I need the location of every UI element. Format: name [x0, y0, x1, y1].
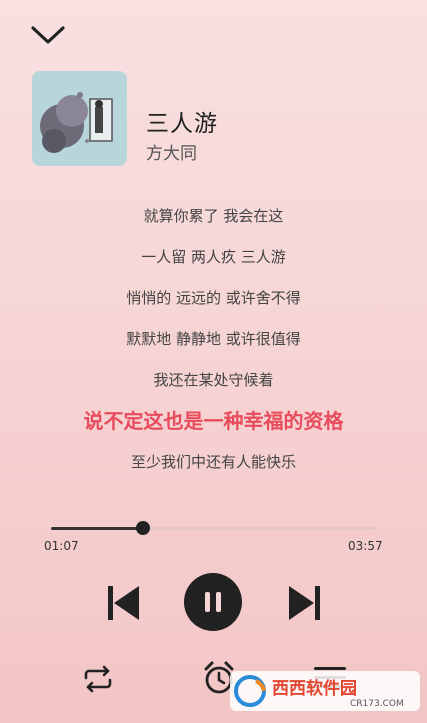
repeat-button[interactable]: [80, 664, 116, 694]
previous-button[interactable]: [106, 584, 140, 622]
lyric-line: 至少我们中还有人能快乐: [130, 453, 296, 471]
lyric-line: 我还在某处守候着: [153, 371, 274, 389]
collapse-button[interactable]: [28, 20, 68, 50]
song-title: 三人游: [146, 111, 218, 137]
progress-thumb[interactable]: [135, 521, 150, 535]
chevron-down-icon: [31, 26, 65, 44]
lyric-line: 一人留 两人疚 三人游: [141, 248, 286, 266]
next-button[interactable]: [288, 584, 322, 622]
total-time: 03:57: [348, 539, 383, 553]
lyrics-panel[interactable]: 就算你累了 我会在这 一人留 两人疚 三人游 悄悄的 远远的 或许舍不得 默默地…: [0, 199, 427, 486]
pause-icon: [205, 592, 221, 612]
lyric-line: 默默地 静静地 或许很值得: [126, 330, 301, 348]
progress-fill: [51, 527, 143, 530]
svg-text:西西软件园: 西西软件园: [272, 678, 357, 699]
repeat-icon: [84, 665, 112, 693]
elapsed-time: 01:07: [44, 539, 79, 553]
lyric-line: 悄悄的 远远的 或许舍不得: [126, 289, 301, 307]
artist-name[interactable]: 方大同: [146, 139, 197, 164]
watermark-logo-image: 西西软件园 CR173.COM: [230, 671, 420, 711]
current-lyric-line: 说不定这也是一种幸福的资格: [83, 409, 344, 433]
lyric-line: 就算你累了 我会在这: [143, 207, 284, 225]
album-art-image: [32, 71, 127, 166]
skip-next-icon: [289, 586, 320, 620]
pause-button[interactable]: [184, 573, 242, 631]
watermark-logo: 西西软件园 CR173.COM: [230, 671, 420, 711]
skip-previous-icon: [108, 586, 139, 620]
progress-bar[interactable]: [51, 521, 376, 535]
svg-text:CR173.COM: CR173.COM: [350, 699, 404, 709]
album-cover[interactable]: [32, 71, 127, 166]
